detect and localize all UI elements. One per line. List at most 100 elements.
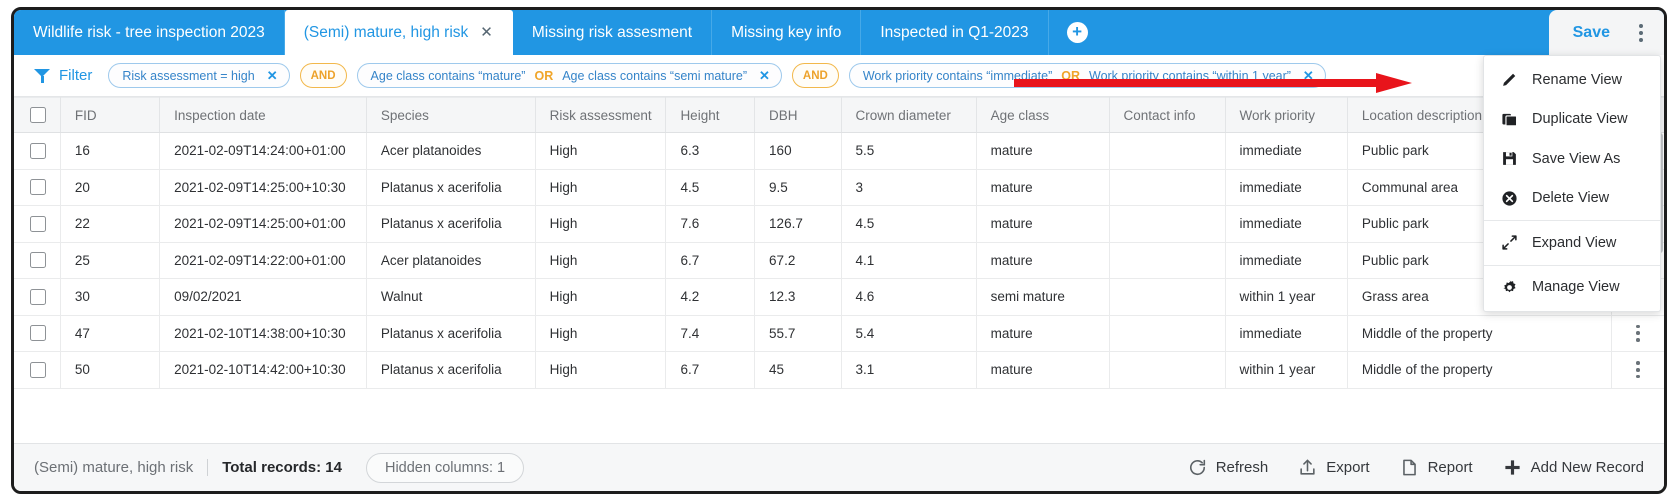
cell-age-class: semi mature xyxy=(976,278,1110,316)
column-header-work-priority[interactable]: Work priority xyxy=(1225,97,1348,133)
save-button[interactable]: Save xyxy=(1573,24,1610,42)
menu-divider xyxy=(1484,264,1660,266)
chip-remove-icon[interactable]: ✕ xyxy=(759,68,770,84)
table-row[interactable]: 16 2021-02-09T14:24:00+01:00 Acer platan… xyxy=(14,132,1664,170)
tab-label: Inspected in Q1-2023 xyxy=(880,23,1029,41)
select-all-checkbox[interactable] xyxy=(30,107,46,123)
chip-remove-icon[interactable]: ✕ xyxy=(267,68,278,84)
table-row[interactable]: 22 2021-02-09T14:25:00+01:00 Platanus x … xyxy=(14,205,1664,243)
chip-operator-or: OR xyxy=(534,68,554,83)
cell-age-class: mature xyxy=(976,242,1110,279)
table-row[interactable]: 50 2021-02-10T14:42:00+10:30 Platanus x … xyxy=(14,351,1664,389)
view-options-kebab-icon[interactable] xyxy=(1636,20,1646,46)
tab-missing-risk-assesment[interactable]: Missing risk assesment xyxy=(513,10,713,55)
cell-fid: 25 xyxy=(60,242,161,279)
row-select-cell xyxy=(14,205,61,243)
cell-species: Platanus x acerifolia xyxy=(366,351,536,389)
cell-inspection-date: 2021-02-09T14:22:00+01:00 xyxy=(159,242,367,279)
cell-risk-assessment: High xyxy=(535,169,667,206)
cell-height: 6.7 xyxy=(665,242,756,279)
table-row[interactable]: 30 09/02/2021 Walnut High 4.2 12.3 4.6 s… xyxy=(14,278,1664,316)
cell-risk-assessment: High xyxy=(535,242,667,279)
row-actions-kebab-icon[interactable] xyxy=(1612,361,1664,379)
menu-item-manage-view[interactable]: Manage View xyxy=(1484,268,1660,308)
add-view-tab-button[interactable]: + xyxy=(1049,10,1106,55)
column-header-inspection-date[interactable]: Inspection date xyxy=(159,97,367,133)
row-actions-kebab-icon[interactable] xyxy=(1612,324,1664,342)
column-header-species[interactable]: Species xyxy=(366,97,536,133)
cell-species: Acer platanoides xyxy=(366,132,536,170)
cell-crown-diameter: 5.5 xyxy=(841,132,977,170)
chip-text: Age class contains “mature” xyxy=(370,68,526,83)
cell-height: 4.5 xyxy=(665,169,756,206)
cell-inspection-date: 2021-02-09T14:24:00+01:00 xyxy=(159,132,367,170)
column-header-height[interactable]: Height xyxy=(665,97,756,133)
tab-close-icon[interactable]: ✕ xyxy=(480,25,493,40)
table-header-row: FID Inspection date Species Risk assessm… xyxy=(14,97,1664,133)
row-checkbox[interactable] xyxy=(30,288,46,305)
menu-item-delete-view[interactable]: Delete View xyxy=(1484,179,1660,219)
duplicate-icon xyxy=(1500,110,1519,129)
table-row[interactable]: 25 2021-02-09T14:22:00+01:00 Acer platan… xyxy=(14,242,1664,279)
menu-item-label: Delete View xyxy=(1532,190,1610,207)
cell-age-class: mature xyxy=(976,132,1110,170)
view-options-menu: Rename View Duplicate View Save View As … xyxy=(1483,55,1661,312)
row-checkbox[interactable] xyxy=(30,215,46,232)
cell-work-priority: within 1 year xyxy=(1225,351,1348,389)
column-header-risk-assessment[interactable]: Risk assessment xyxy=(535,97,667,133)
column-header-contact-info[interactable]: Contact info xyxy=(1109,97,1226,133)
filter-chip-work-priority[interactable]: Work priority contains “immediate” OR Wo… xyxy=(848,63,1326,88)
row-checkbox[interactable] xyxy=(30,252,46,269)
chip-remove-icon[interactable]: ✕ xyxy=(1303,68,1314,84)
menu-item-save-view-as[interactable]: Save View As xyxy=(1484,139,1660,179)
menu-item-rename-view[interactable]: Rename View xyxy=(1484,60,1660,100)
tab-semi-mature-high-risk[interactable]: (Semi) mature, high risk ✕ xyxy=(284,10,513,55)
add-new-record-button[interactable]: Add New Record xyxy=(1503,458,1644,477)
cell-species: Platanus x acerifolia xyxy=(366,205,536,243)
tab-missing-key-info[interactable]: Missing key info xyxy=(712,10,862,55)
report-button[interactable]: Report xyxy=(1400,458,1473,477)
delete-circle-icon xyxy=(1500,189,1519,208)
export-button[interactable]: Export xyxy=(1298,458,1370,477)
cell-inspection-date: 2021-02-09T14:25:00+10:30 xyxy=(159,169,367,206)
cell-crown-diameter: 4.6 xyxy=(841,278,977,316)
export-icon xyxy=(1298,458,1317,477)
cell-age-class: mature xyxy=(976,315,1110,352)
filter-chip-age-class[interactable]: Age class contains “mature” OR Age class… xyxy=(356,63,782,88)
column-header-crown-diameter[interactable]: Crown diameter xyxy=(841,97,977,133)
cell-age-class: mature xyxy=(976,205,1110,243)
cell-work-priority: within 1 year xyxy=(1225,278,1348,316)
row-checkbox[interactable] xyxy=(30,179,46,196)
menu-item-expand-view[interactable]: Expand View xyxy=(1484,223,1660,263)
row-checkbox[interactable] xyxy=(30,325,46,342)
menu-divider xyxy=(1484,220,1660,221)
column-header-age-class[interactable]: Age class xyxy=(976,97,1110,133)
cell-contact-info xyxy=(1109,205,1226,243)
plus-icon: + xyxy=(1066,22,1088,43)
filter-chip-risk-assessment[interactable]: Risk assessment = high ✕ xyxy=(108,63,290,88)
column-header-dbh[interactable]: DBH xyxy=(754,97,842,133)
cell-height: 6.7 xyxy=(665,351,756,389)
tab-inspected-in-q1-2023[interactable]: Inspected in Q1-2023 xyxy=(861,10,1049,55)
table-row[interactable]: 47 2021-02-10T14:38:00+10:30 Platanus x … xyxy=(14,315,1664,352)
table-row[interactable]: 20 2021-02-09T14:25:00+10:30 Platanus x … xyxy=(14,169,1664,206)
hidden-columns-pill[interactable]: Hidden columns: 1 xyxy=(365,452,525,483)
cell-height: 4.2 xyxy=(665,278,756,316)
cell-species: Acer platanoides xyxy=(366,242,536,279)
cell-contact-info xyxy=(1109,242,1226,279)
row-checkbox[interactable] xyxy=(30,142,46,159)
row-select-cell xyxy=(14,351,61,389)
refresh-button[interactable]: Refresh xyxy=(1188,458,1268,477)
view-tab-bar: Wildlife risk - tree inspection 2023 (Se… xyxy=(14,10,1664,55)
filter-funnel-icon xyxy=(34,68,50,83)
menu-item-label: Rename View xyxy=(1532,71,1623,88)
tab-wildlife-risk[interactable]: Wildlife risk - tree inspection 2023 xyxy=(14,10,285,55)
menu-item-duplicate-view[interactable]: Duplicate View xyxy=(1484,100,1660,140)
cell-risk-assessment: High xyxy=(535,315,667,352)
kebab-dot xyxy=(1636,331,1640,336)
cell-fid: 30 xyxy=(60,278,161,316)
column-header-fid[interactable]: FID xyxy=(60,97,161,133)
row-checkbox[interactable] xyxy=(30,361,46,378)
cell-fid: 20 xyxy=(60,169,161,206)
filter-button[interactable]: Filter xyxy=(34,67,92,84)
